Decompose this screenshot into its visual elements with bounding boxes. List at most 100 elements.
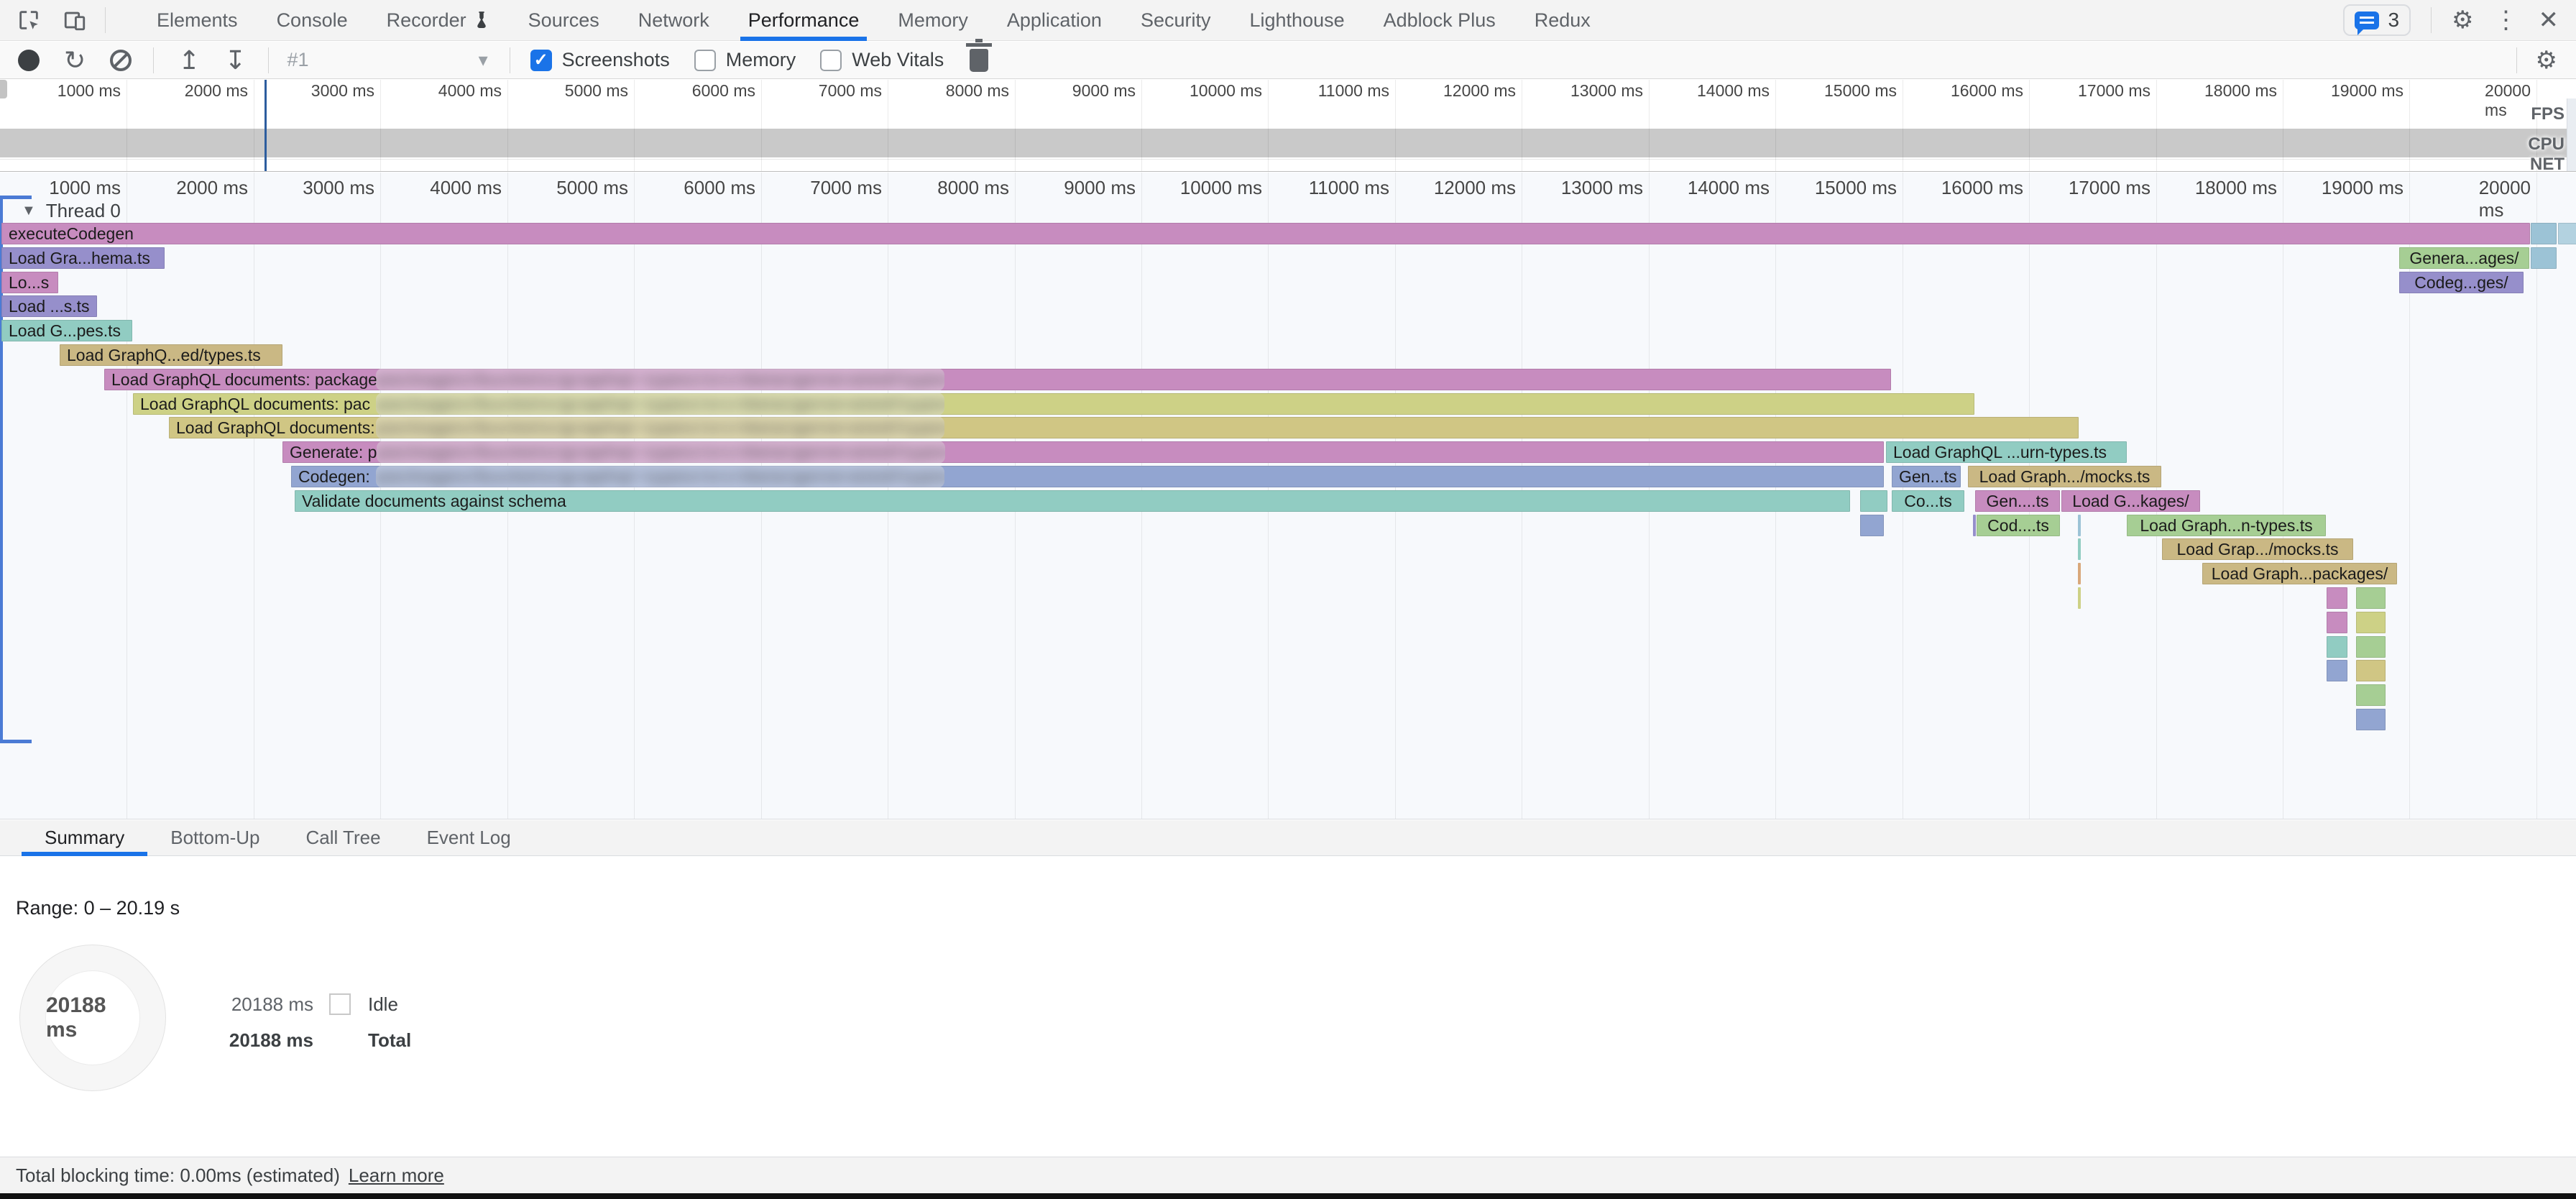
flame-bar-generate-p[interactable]: Generate: ppackages/buckets/graphql-type… — [282, 441, 1884, 463]
flame-bar[interactable] — [2356, 660, 2386, 681]
flame-bar[interactable] — [2531, 223, 2557, 244]
flame-bar-load-graph-mocks-ts[interactable]: Load Graph.../mocks.ts — [1968, 466, 2161, 487]
flame-bar-load-graphql-documents-package[interactable]: Load GraphQL documents: packagepackages/… — [104, 369, 1891, 390]
reload-and-record-icon[interactable]: ↻ — [64, 47, 86, 73]
tab-application[interactable]: Application — [988, 0, 1121, 41]
flame-bar[interactable] — [2356, 709, 2386, 730]
flame-bar[interactable] — [2558, 223, 2576, 244]
issues-button[interactable]: 3 — [2343, 4, 2411, 36]
flame-bar-load-gra-hema-ts[interactable]: Load Gra...hema.ts — [1, 247, 165, 269]
overview-scrollbar[interactable] — [2567, 98, 2576, 171]
thread-header[interactable]: ▼ Thread 0 — [22, 200, 121, 222]
inspect-element-icon[interactable] — [13, 4, 45, 36]
flame-bar-codeg-ges-[interactable]: Codeg...ges/ — [2399, 272, 2524, 293]
flame-bar[interactable] — [2327, 587, 2347, 609]
unchecked-checkbox-icon[interactable] — [820, 50, 842, 71]
overview-tick-label: 18000 ms — [2204, 81, 2283, 101]
kebab-menu-icon[interactable]: ⋮ — [2494, 8, 2518, 32]
flame-bar-label: Load GraphQL documents: pac — [140, 395, 370, 413]
tab-redux[interactable]: Redux — [1515, 0, 1610, 41]
checked-checkbox-icon[interactable]: ✓ — [530, 50, 552, 71]
flame-bar[interactable] — [2327, 660, 2347, 681]
unchecked-checkbox-icon[interactable] — [694, 50, 716, 71]
flame-bar-load-g-kages-[interactable]: Load G...kages/ — [2061, 490, 2200, 512]
flame-bar[interactable] — [2356, 587, 2386, 609]
checkbox-web-vitals[interactable]: Web Vitals — [820, 49, 944, 71]
flame-tick-label: 11000 ms — [1309, 177, 1395, 199]
flame-bar-label: Load GraphQL documents: package — [111, 370, 377, 389]
timeline-overview[interactable]: 1000 ms2000 ms3000 ms4000 ms5000 ms6000 … — [0, 80, 2576, 172]
flame-bar[interactable] — [1860, 490, 1887, 512]
save-profile-icon[interactable]: ↧ — [224, 47, 246, 73]
record-button[interactable] — [18, 50, 40, 71]
flame-bar-label: Codegen: — [298, 467, 370, 486]
flame-bar[interactable] — [2356, 612, 2386, 633]
flame-bar-genera-ages-[interactable]: Genera...ages/ — [2399, 247, 2529, 269]
flame-bar-gen-ts[interactable]: Gen...ts — [1892, 466, 1961, 487]
flame-bar[interactable] — [2356, 636, 2386, 658]
flame-bar-executecodegen[interactable]: executeCodegen — [1, 223, 2530, 244]
flame-bar-load-s-ts[interactable]: Load ...s.ts — [1, 295, 97, 317]
overview-gridline — [2029, 80, 2030, 171]
history-dropdown-caret-icon[interactable]: ▾ — [479, 49, 488, 71]
flame-bar[interactable] — [1973, 515, 1976, 536]
overview-tick-label: 17000 ms — [2078, 81, 2156, 101]
flame-bar[interactable] — [2078, 538, 2081, 560]
flame-bar[interactable] — [2531, 247, 2557, 269]
flame-bar-gen-ts[interactable]: Gen....ts — [1975, 490, 2060, 512]
flame-tick-label: 19000 ms — [2322, 177, 2409, 199]
device-toolbar-icon[interactable] — [59, 4, 91, 36]
learn-more-link[interactable]: Learn more — [349, 1164, 444, 1187]
thread-label: Thread 0 — [46, 200, 121, 222]
capture-settings-gear-icon[interactable]: ⚙ — [2536, 48, 2557, 73]
details-tab-summary[interactable]: Summary — [22, 820, 147, 856]
tab-memory[interactable]: Memory — [878, 0, 988, 41]
flame-bar-label: Load ...s.ts — [9, 297, 90, 316]
flame-bar[interactable] — [2078, 587, 2081, 609]
flame-bar-load-graphql-documents-pac[interactable]: Load GraphQL documents: pacpackages/buck… — [133, 393, 1974, 415]
flame-bar-validate-documents-against-schema[interactable]: Validate documents against schema — [295, 490, 1850, 512]
checkbox-screenshots[interactable]: ✓Screenshots — [530, 49, 670, 71]
tab-console[interactable]: Console — [257, 0, 367, 41]
tab-security[interactable]: Security — [1121, 0, 1230, 41]
overview-left-handle[interactable] — [0, 80, 7, 98]
flame-bar-co-ts[interactable]: Co...ts — [1892, 490, 1964, 512]
flame-bar-load-graphq-ed-types-ts[interactable]: Load GraphQ...ed/types.ts — [60, 344, 282, 366]
summary-donut-chart: 20188 ms — [19, 945, 166, 1091]
details-tab-event-log[interactable]: Event Log — [404, 820, 534, 856]
flame-bar-cod-ts[interactable]: Cod....ts — [1977, 515, 2060, 536]
tab-network[interactable]: Network — [619, 0, 729, 41]
tab-recorder[interactable]: Recorder — [367, 0, 509, 41]
tab-elements[interactable]: Elements — [137, 0, 257, 41]
flame-bar[interactable] — [1860, 515, 1884, 536]
flame-chart[interactable]: ▼ Thread 0 1000 ms2000 ms3000 ms4000 ms5… — [0, 173, 2576, 819]
flame-bar-load-grap-mocks-ts[interactable]: Load Grap.../mocks.ts — [2162, 538, 2353, 560]
flame-tick-label: 15000 ms — [1815, 177, 1903, 199]
flame-bar-load-graph-packages-[interactable]: Load Graph...packages/ — [2202, 563, 2397, 584]
flame-bar[interactable] — [2078, 515, 2081, 536]
flame-bar[interactable] — [2078, 563, 2081, 584]
flame-bar[interactable] — [2327, 612, 2347, 633]
flame-bar-codegen-[interactable]: Codegen:packages/buckets/graphql-types/s… — [291, 466, 1884, 487]
settings-gear-icon[interactable]: ⚙ — [2452, 8, 2473, 32]
tab-performance[interactable]: Performance — [729, 0, 879, 41]
tab-lighthouse[interactable]: Lighthouse — [1230, 0, 1364, 41]
load-profile-icon[interactable]: ↥ — [178, 47, 200, 73]
clear-icon[interactable] — [110, 50, 132, 71]
flame-bar[interactable] — [2356, 684, 2386, 706]
overview-band-label-net: NET — [2530, 155, 2564, 172]
flame-bar-lo-s[interactable]: Lo...s — [1, 272, 58, 293]
flame-bar-load-g-pes-ts[interactable]: Load G...pes.ts — [1, 320, 132, 341]
checkbox-memory[interactable]: Memory — [694, 49, 796, 71]
details-tab-call-tree[interactable]: Call Tree — [283, 820, 404, 856]
tab-sources[interactable]: Sources — [509, 0, 619, 41]
flame-bar-load-graphql-documents-[interactable]: Load GraphQL documents:packages/buckets/… — [169, 417, 2079, 438]
flame-bar-load-graph-n-types-ts[interactable]: Load Graph...n-types.ts — [2127, 515, 2326, 536]
close-icon[interactable]: ✕ — [2539, 8, 2559, 32]
trash-icon[interactable] — [970, 49, 988, 72]
details-tab-label: Summary — [45, 827, 124, 849]
flame-bar[interactable] — [2327, 636, 2347, 658]
details-tab-bottom-up[interactable]: Bottom-Up — [147, 820, 282, 856]
tab-adblock-plus[interactable]: Adblock Plus — [1364, 0, 1515, 41]
flame-bar-load-graphql-urn-types-ts[interactable]: Load GraphQL ...urn-types.ts — [1886, 441, 2127, 463]
